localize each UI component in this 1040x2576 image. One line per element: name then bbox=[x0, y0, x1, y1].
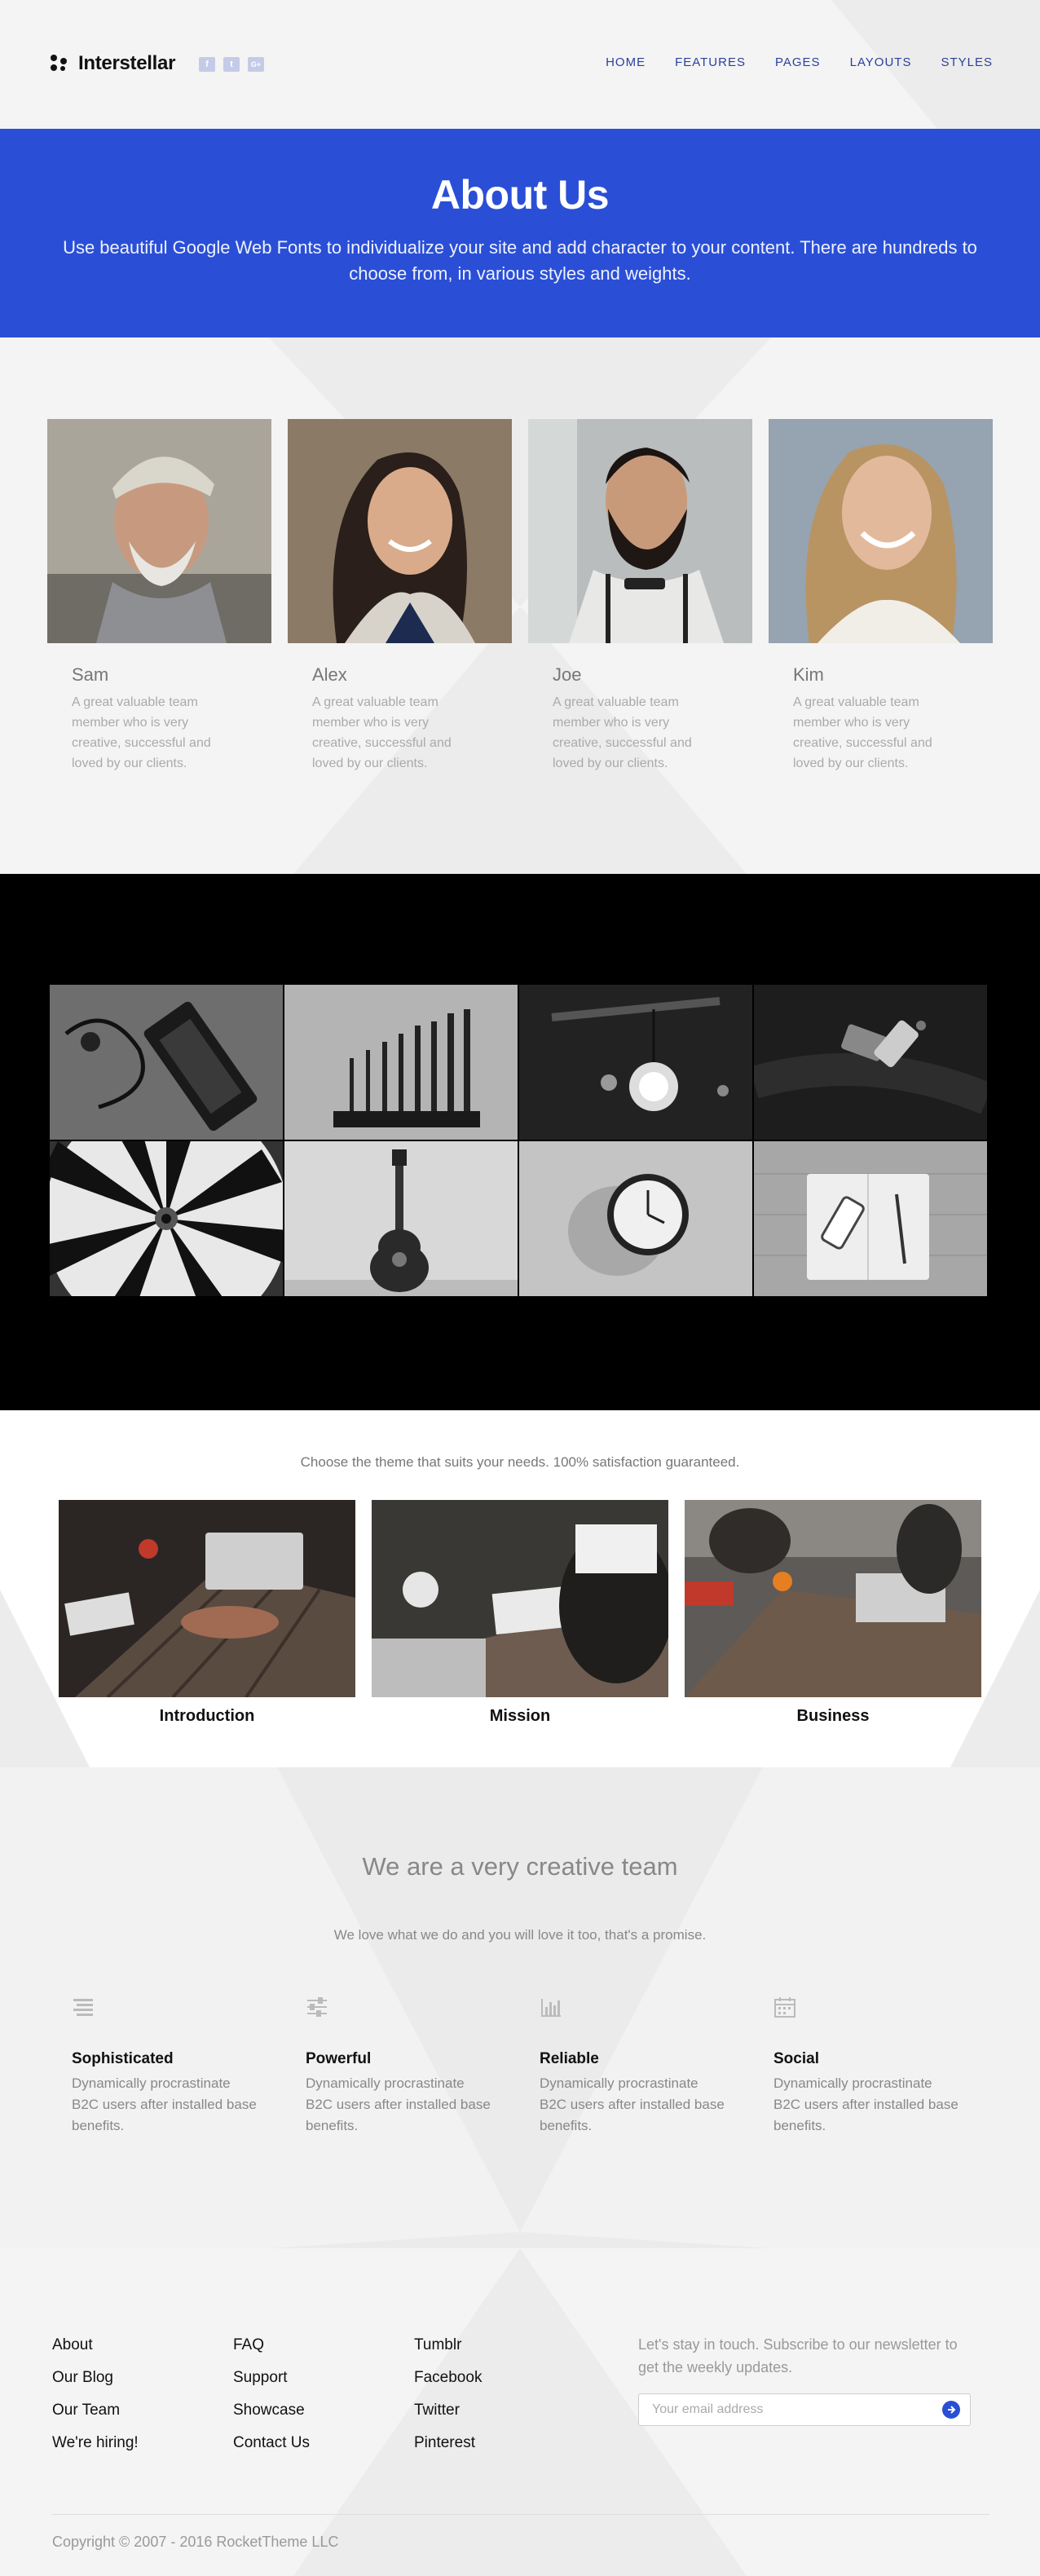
team-member: Kim A great valuable team member who is … bbox=[769, 419, 993, 774]
nav-features[interactable]: FEATURES bbox=[675, 55, 746, 69]
team-photo-kim bbox=[769, 419, 993, 643]
service-text: Dynamically procrastinate B2C users afte… bbox=[773, 2075, 958, 2133]
team-section: Sam A great valuable team member who is … bbox=[0, 337, 1040, 874]
gallery-tile-dartboard[interactable] bbox=[50, 1141, 283, 1296]
gallery-tile-wallet[interactable] bbox=[754, 985, 987, 1140]
facebook-icon[interactable]: f bbox=[199, 57, 215, 72]
brand-name: Interstellar bbox=[78, 52, 176, 74]
hero-section: About Us Use beautiful Google Web Fonts … bbox=[0, 129, 1040, 337]
feature-image-business bbox=[685, 1500, 981, 1697]
nav-home[interactable]: HOME bbox=[606, 55, 646, 69]
features-section: Choose the theme that suits your needs. … bbox=[0, 1410, 1040, 1767]
footer-link-blog[interactable]: Our Blog bbox=[52, 2369, 233, 2387]
gallery-section bbox=[0, 874, 1040, 1410]
service-title: Powerful bbox=[306, 2050, 372, 2067]
footer-link-about[interactable]: About bbox=[52, 2336, 233, 2354]
member-name: Joe bbox=[553, 664, 582, 685]
member-bio: A great valuable team member who is very… bbox=[72, 695, 211, 770]
sliders-icon bbox=[307, 1997, 327, 2017]
submit-arrow-icon[interactable] bbox=[942, 2401, 960, 2419]
site-header: Interstellar f t G+ HOME FEATURES PAGES … bbox=[0, 0, 1040, 129]
team-member: Alex A great valuable team member who is… bbox=[288, 419, 512, 774]
footer-link-hiring[interactable]: We're hiring! bbox=[52, 2434, 233, 2452]
service-item: Reliable Dynamically procrastinate B2C u… bbox=[540, 1996, 773, 2137]
service-text: Dynamically procrastinate B2C users afte… bbox=[72, 2075, 257, 2133]
feature-image-introduction bbox=[59, 1500, 355, 1697]
team-member: Joe A great valuable team member who is … bbox=[528, 419, 752, 774]
copyright: Copyright © 2007 - 2016 RocketTheme LLC bbox=[52, 2534, 339, 2550]
member-bio: A great valuable team member who is very… bbox=[312, 695, 452, 770]
nav-styles[interactable]: STYLES bbox=[941, 55, 993, 69]
feature-image-mission bbox=[372, 1500, 668, 1697]
feature-title: Mission bbox=[489, 1707, 551, 1725]
feature-title: Introduction bbox=[159, 1707, 255, 1725]
twitter-icon[interactable]: t bbox=[223, 57, 240, 72]
member-name: Alex bbox=[312, 664, 347, 685]
team-member: Sam A great valuable team member who is … bbox=[47, 419, 271, 774]
footer-link-pinterest[interactable]: Pinterest bbox=[414, 2434, 595, 2452]
gallery-tile-notebook[interactable] bbox=[754, 1141, 987, 1296]
service-text: Dynamically procrastinate B2C users afte… bbox=[306, 2075, 491, 2133]
member-name: Kim bbox=[793, 664, 824, 685]
google-plus-icon[interactable]: G+ bbox=[248, 57, 264, 72]
footer-link-showcase[interactable]: Showcase bbox=[233, 2402, 414, 2419]
member-bio: A great valuable team member who is very… bbox=[553, 695, 692, 770]
team-photo-joe bbox=[528, 419, 752, 643]
email-form bbox=[638, 2393, 971, 2426]
service-item: Sophisticated Dynamically procrastinate … bbox=[72, 1996, 306, 2137]
bar-chart-icon bbox=[541, 1999, 561, 2017]
hero-text: Use beautiful Google Web Fonts to indivi… bbox=[63, 237, 977, 284]
feature-card[interactable]: Mission bbox=[372, 1500, 668, 1726]
footer-link-support[interactable]: Support bbox=[233, 2369, 414, 2387]
gallery-tile-guitar[interactable] bbox=[284, 1141, 518, 1296]
footer-divider bbox=[52, 2514, 989, 2515]
creative-section: We are a very creative team We love what… bbox=[0, 1767, 1040, 2248]
gallery-tile-light-bulb[interactable] bbox=[519, 985, 752, 1140]
service-title: Sophisticated bbox=[72, 2050, 174, 2067]
newsletter: Let's stay in touch. Subscribe to our ne… bbox=[638, 2333, 981, 2426]
social-links: f t G+ bbox=[199, 57, 264, 72]
main-nav: HOME FEATURES PAGES LAYOUTS STYLES bbox=[606, 55, 993, 69]
footer-link-facebook[interactable]: Facebook bbox=[414, 2369, 595, 2387]
service-item: Social Dynamically procrastinate B2C use… bbox=[773, 1996, 1007, 2137]
section-title: We are a very creative team bbox=[362, 1852, 678, 1881]
member-name: Sam bbox=[72, 664, 109, 685]
team-photo-alex bbox=[288, 419, 512, 643]
calendar-icon bbox=[774, 1997, 795, 2018]
nav-layouts[interactable]: LAYOUTS bbox=[850, 55, 912, 69]
align-icon bbox=[73, 1999, 93, 2016]
email-input[interactable] bbox=[652, 2402, 942, 2417]
footer-link-twitter[interactable]: Twitter bbox=[414, 2402, 595, 2419]
member-bio: A great valuable team member who is very… bbox=[793, 695, 932, 770]
footer-link-team[interactable]: Our Team bbox=[52, 2402, 233, 2419]
service-item: Powerful Dynamically procrastinate B2C u… bbox=[306, 1996, 540, 2137]
footer-column: About Our Blog Our Team We're hiring! bbox=[52, 2336, 233, 2467]
gallery-tile-clock[interactable] bbox=[519, 1141, 752, 1296]
features-tagline: Choose the theme that suits your needs. … bbox=[300, 1454, 740, 1470]
gallery-tile-drill-bits[interactable] bbox=[284, 985, 518, 1140]
footer-link-contact[interactable]: Contact Us bbox=[233, 2434, 414, 2452]
gallery-tile-phone[interactable] bbox=[50, 985, 283, 1140]
feature-title: Business bbox=[796, 1707, 870, 1725]
service-title: Reliable bbox=[540, 2050, 599, 2067]
logo-icon bbox=[51, 55, 68, 73]
site-footer: About Our Blog Our Team We're hiring! FA… bbox=[0, 2248, 1040, 2576]
nav-pages[interactable]: PAGES bbox=[775, 55, 821, 69]
section-lead: We love what we do and you will love it … bbox=[333, 1927, 707, 1943]
footer-column: Tumblr Facebook Twitter Pinterest bbox=[414, 2336, 595, 2467]
newsletter-text: Let's stay in touch. Subscribe to our ne… bbox=[638, 2336, 958, 2375]
footer-link-faq[interactable]: FAQ bbox=[233, 2336, 414, 2354]
feature-card[interactable]: Introduction bbox=[59, 1500, 355, 1726]
footer-link-tumblr[interactable]: Tumblr bbox=[414, 2336, 595, 2354]
feature-card[interactable]: Business bbox=[685, 1500, 981, 1726]
footer-column: FAQ Support Showcase Contact Us bbox=[233, 2336, 414, 2467]
logo[interactable]: Interstellar bbox=[51, 52, 175, 75]
page-title: About Us bbox=[430, 172, 610, 218]
service-text: Dynamically procrastinate B2C users afte… bbox=[540, 2075, 725, 2133]
service-title: Social bbox=[773, 2050, 819, 2067]
team-photo-sam bbox=[47, 419, 271, 643]
